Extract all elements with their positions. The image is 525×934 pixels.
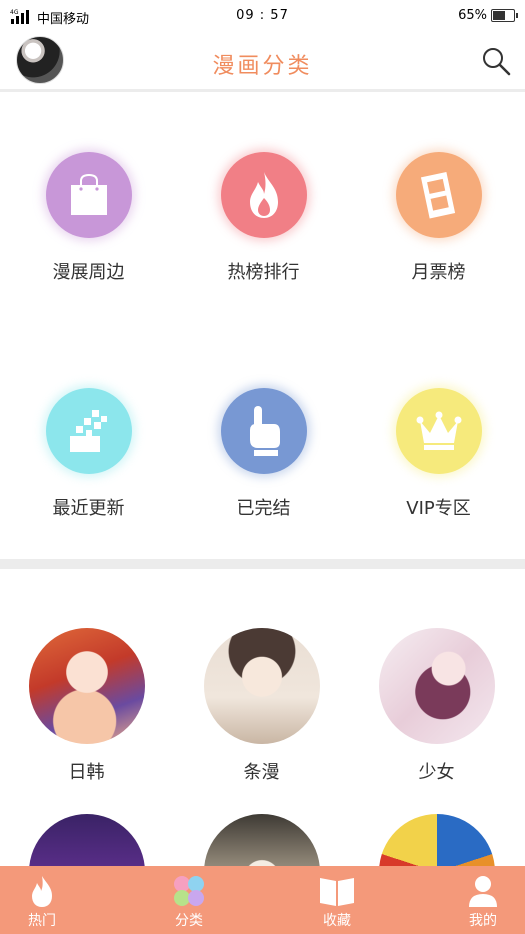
book-icon — [320, 878, 354, 906]
genre-tiaoman[interactable]: 条漫 — [174, 628, 349, 784]
genre-label: 条漫 — [243, 762, 280, 783]
category-vip[interactable]: VIP专区 — [351, 388, 525, 520]
status-bar: 4G 中国移动 09 : 57 65% — [0, 0, 525, 34]
pixel-update-icon — [69, 410, 107, 452]
category-label: 已完结 — [236, 498, 291, 519]
genre-shaonv[interactable]: 少女 — [349, 628, 524, 784]
ticket-icon — [420, 171, 455, 219]
tab-hot[interactable]: 热门 — [2, 866, 82, 934]
category-wanjie[interactable]: 已完结 — [176, 388, 351, 520]
category-label: VIP专区 — [406, 498, 471, 519]
battery-percent: 65% — [458, 8, 487, 23]
page-title: 漫画分类 — [212, 54, 313, 79]
category-rebang[interactable]: 热榜排行 — [176, 152, 351, 284]
category-manzhan[interactable]: 漫展周边 — [1, 152, 176, 284]
category-label: 热榜排行 — [227, 262, 300, 283]
category-zuijin[interactable]: 最近更新 — [1, 388, 176, 520]
category-circle — [220, 152, 307, 238]
tab-label: 我的 — [469, 913, 497, 929]
category-circle — [45, 152, 132, 238]
genre-rihan[interactable]: 日韩 — [0, 628, 174, 784]
flame-icon — [249, 172, 278, 218]
search-icon[interactable] — [481, 46, 511, 76]
tab-label: 分类 — [175, 913, 203, 929]
genre-label: 少女 — [418, 762, 455, 783]
category-circle — [220, 388, 307, 474]
category-circle — [45, 388, 132, 474]
category-circle — [395, 152, 482, 238]
clover-icon — [174, 876, 204, 906]
pointing-hand-icon — [249, 406, 280, 456]
top-header: 漫画分类 — [0, 34, 525, 90]
shopping-bag-icon — [70, 173, 107, 215]
flame-icon — [32, 876, 52, 907]
tab-label: 热门 — [28, 913, 56, 929]
genre-cover-image — [203, 628, 320, 744]
section-divider — [0, 559, 525, 569]
battery-icon — [491, 9, 518, 22]
genre-cover-image — [378, 628, 495, 744]
genre-label: 日韩 — [68, 762, 105, 783]
category-label: 最近更新 — [52, 498, 125, 519]
person-icon — [469, 876, 497, 907]
tab-favorites[interactable]: 收藏 — [297, 866, 377, 934]
crown-icon — [416, 411, 461, 450]
header-divider — [0, 89, 525, 92]
tab-label: 收藏 — [323, 913, 351, 929]
category-yuepiao[interactable]: 月票榜 — [351, 152, 525, 284]
genre-cover-image — [28, 628, 145, 744]
battery: 65% — [458, 8, 518, 23]
category-label: 月票榜 — [411, 262, 466, 283]
category-circle — [395, 388, 482, 474]
tab-mine[interactable]: 我的 — [443, 866, 523, 934]
tab-category[interactable]: 分类 — [149, 866, 229, 934]
category-label: 漫展周边 — [52, 262, 125, 283]
status-time: 09 : 57 — [236, 8, 289, 23]
bottom-tab-bar: 热门 分类 收藏 我的 — [0, 866, 525, 934]
